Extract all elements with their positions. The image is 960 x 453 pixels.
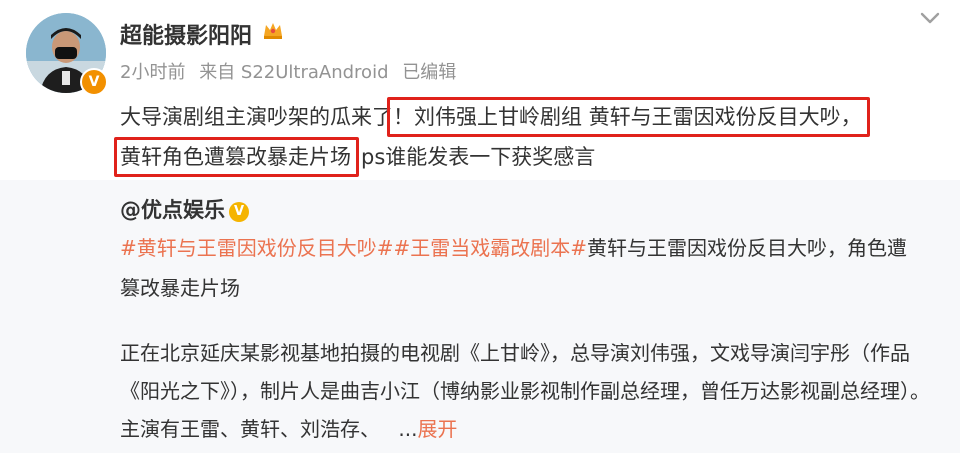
post-meta: 2小时前 来自 S22UltraAndroid 已编辑 <box>120 58 464 84</box>
repost-author[interactable]: @优点娱乐 V <box>120 194 249 224</box>
author-name[interactable]: 超能摄影阳阳 <box>120 18 252 50</box>
post-text-ps: ps谁能发表一下获奖感言 <box>361 145 596 169</box>
repost-text: #黄轩与王雷因戏份反目大吵##王雷当戏霸改剧本#黄轩与王雷因戏份反目大吵，角色遭… <box>120 228 920 308</box>
repost-body: 正在北京延庆某影视基地拍摄的电视剧《上甘岭》，总导演刘伟强，文戏导演闫宇彤（作品… <box>120 334 930 448</box>
highlight-box-2: 黄轩角色遭篡改暴走片场 <box>114 137 359 177</box>
post-text: 大导演剧组主演吵架的瓜来了！刘伟强上甘岭剧组 黄轩与王雷因戏份反目大吵， 黄轩角色… <box>114 97 940 177</box>
crown-icon <box>262 20 284 45</box>
highlight-text-1: ！刘伟强上甘岭剧组 黄轩与王雷因戏份反目大吵， <box>393 105 862 129</box>
highlight-text-2: 黄轩角色遭篡改暴走片场 <box>120 145 351 169</box>
weibo-post: V 超能摄影阳阳 2小时前 来自 S22UltraAndroid 已编辑 大导演… <box>0 0 960 453</box>
expand-link[interactable]: 展开 <box>417 417 457 441</box>
repost-body-text: 正在北京延庆某影视基地拍摄的电视剧《上甘岭》，总导演刘伟强，文戏导演闫宇彤（作品… <box>120 341 930 441</box>
topic-tag-1[interactable]: #黄轩与王雷因戏份反目大吵# <box>120 236 394 260</box>
chevron-down-icon[interactable] <box>917 8 943 28</box>
highlight-box-1: ！刘伟强上甘岭剧组 黄轩与王雷因戏份反目大吵， <box>387 97 870 137</box>
verified-badge: V <box>80 68 108 96</box>
verified-badge-gold: V <box>229 202 249 222</box>
repost-author-name[interactable]: @优点娱乐 <box>120 198 225 222</box>
edited-label[interactable]: 已编辑 <box>402 62 456 83</box>
topic-tag-2[interactable]: #王雷当戏霸改剧本# <box>394 236 588 260</box>
ellipsis: ... <box>398 417 418 441</box>
repost-card[interactable]: @优点娱乐 V #黄轩与王雷因戏份反目大吵##王雷当戏霸改剧本#黄轩与王雷因戏份反… <box>0 180 960 453</box>
post-text-intro: 大导演剧组主演吵架的瓜来了 <box>120 105 393 129</box>
post-time[interactable]: 2小时前 <box>120 62 185 83</box>
post-source: 来自 S22UltraAndroid <box>199 62 389 83</box>
